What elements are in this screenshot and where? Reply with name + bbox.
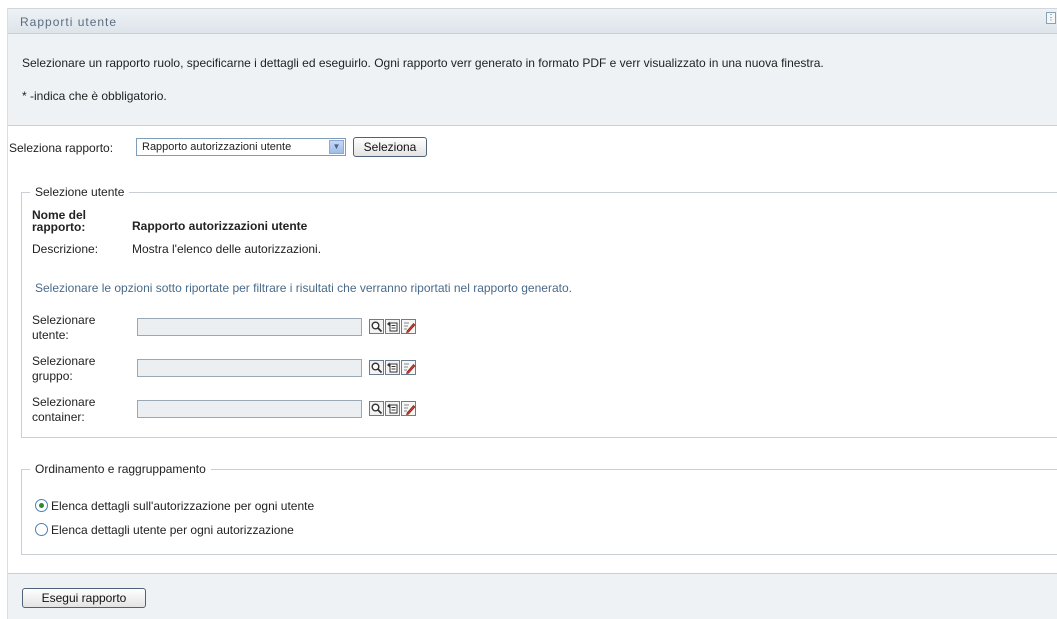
- description-label: Descrizione:: [32, 242, 99, 256]
- select-user-input[interactable]: [137, 318, 362, 336]
- edit-icon[interactable]: [401, 319, 416, 334]
- window-title-bar: Rapporti utente ⋮: [8, 8, 1057, 34]
- search-icon[interactable]: [369, 319, 384, 334]
- window-title: Rapporti utente: [20, 15, 118, 29]
- sort-by-user-label[interactable]: Elenca dettagli sull'autorizzazione per …: [51, 499, 314, 513]
- report-name-label-line2: rapporto:: [32, 220, 86, 234]
- edit-icon[interactable]: [401, 401, 416, 416]
- run-report-button[interactable]: Esegui rapporto: [22, 588, 146, 608]
- sort-by-authorization-radio[interactable]: [35, 523, 48, 536]
- report-name-label: Nome del rapporto:: [32, 209, 86, 233]
- history-icon[interactable]: [385, 319, 400, 334]
- select-container-label: Selezionare container:: [32, 395, 112, 425]
- user-selection-legend: Selezione utente: [30, 185, 130, 199]
- report-select-label: Seleziona rapporto:: [9, 141, 114, 155]
- history-icon[interactable]: [385, 401, 400, 416]
- sorting-legend: Ordinamento e raggruppamento: [30, 462, 211, 476]
- user-selection-group: Selezione utente Nome del rapporto: Rapp…: [21, 185, 1057, 438]
- filter-note: Selezionare le opzioni sotto riportate p…: [35, 281, 572, 295]
- sort-by-authorization-label[interactable]: Elenca dettagli utente per ogni autorizz…: [51, 523, 294, 537]
- select-container-label-line1: Selezionare: [32, 395, 96, 409]
- select-group-input[interactable]: [137, 359, 362, 377]
- select-group-label: Selezionare gruppo:: [32, 354, 112, 384]
- edit-icon[interactable]: [401, 360, 416, 375]
- menu-icon[interactable]: ⋮: [1046, 12, 1056, 24]
- intro-panel: Selezionare un rapporto ruolo, specifica…: [8, 34, 1057, 126]
- select-user-label: Selezionare utente:: [32, 313, 112, 343]
- history-icon[interactable]: [385, 360, 400, 375]
- report-name-value: Rapporto autorizzazioni utente: [132, 219, 308, 233]
- select-user-row: Selezionare utente:: [32, 313, 432, 347]
- sorting-group: Ordinamento e raggruppamento Elenca dett…: [21, 462, 1057, 555]
- select-container-label-line2: container:: [32, 410, 85, 424]
- intro-description: Selezionare un rapporto ruolo, specifica…: [22, 56, 824, 70]
- select-user-label-line1: Selezionare: [32, 313, 96, 327]
- select-group-label-line1: Selezionare: [32, 354, 96, 368]
- select-user-label-line2: utente:: [32, 328, 69, 342]
- select-container-row: Selezionare container:: [32, 395, 432, 429]
- dropdown-arrow-icon[interactable]: ▼: [329, 140, 344, 154]
- select-container-input[interactable]: [137, 400, 362, 418]
- search-icon[interactable]: [369, 360, 384, 375]
- required-note: * -indica che è obbligatorio.: [22, 89, 167, 103]
- sort-by-user-radio[interactable]: [35, 499, 48, 512]
- select-group-label-line2: gruppo:: [32, 369, 73, 383]
- report-select-dropdown[interactable]: Rapporto autorizzazioni utente ▼: [136, 138, 346, 156]
- select-report-button[interactable]: Seleziona: [353, 137, 427, 157]
- report-select-value: Rapporto autorizzazioni utente: [142, 141, 292, 153]
- select-group-row: Selezionare gruppo:: [32, 354, 432, 388]
- description-value: Mostra l'elenco delle autorizzazioni.: [132, 242, 322, 256]
- search-icon[interactable]: [369, 401, 384, 416]
- footer-bar: Esegui rapporto: [8, 573, 1057, 619]
